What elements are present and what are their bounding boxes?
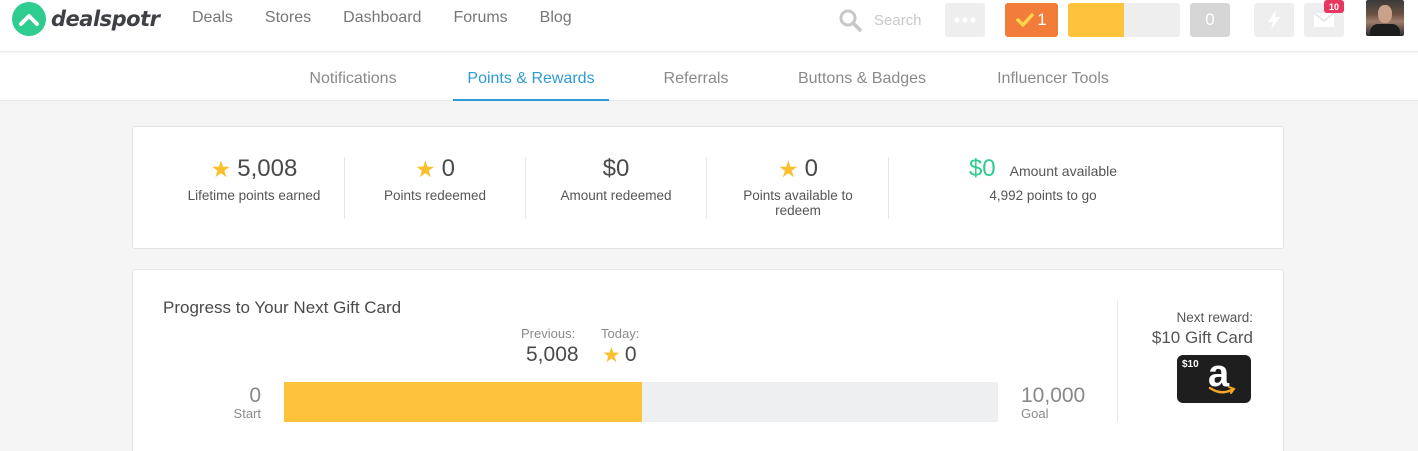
checkin-count: 1 [1037, 10, 1047, 29]
ellipsis-icon [954, 17, 976, 23]
tab-referrals[interactable]: Referrals [652, 53, 740, 101]
messages-badge: 10 [1324, 0, 1344, 13]
previous-value: 5,008 [526, 343, 579, 366]
star-icon: ★ [210, 155, 232, 182]
nav-deals[interactable]: Deals [192, 9, 233, 27]
avatar-face [1378, 5, 1392, 23]
nav-stores[interactable]: Stores [265, 9, 311, 27]
amount-available-value: $0 [968, 155, 996, 182]
tab-points-rewards[interactable]: Points & Rewards [453, 53, 609, 101]
stat-amount-redeemed: $0 Amount redeemed [526, 155, 706, 203]
amount-redeemed-label: Amount redeemed [560, 188, 672, 203]
stat-amount-available: $0 Amount available 4,992 points to go [913, 155, 1173, 203]
progress-bar-fill [284, 382, 642, 422]
points-progress-mini[interactable] [1068, 3, 1180, 37]
today-value: 0 [624, 343, 637, 366]
points-to-go: 4,992 points to go [989, 188, 1097, 203]
previous-label: Previous: [521, 326, 576, 341]
available-points-label: Points available to redeem [743, 188, 853, 218]
top-navbar: dealspotr Deals Stores Dashboard Forums … [0, 0, 1418, 52]
stat-available-points: ★ 0 Points available to redeem [723, 155, 873, 218]
points-redeemed-value: 0 [441, 155, 455, 182]
amazon-gift-card-icon[interactable]: $10 a [1177, 355, 1251, 403]
tab-influencer-tools[interactable]: Influencer Tools [983, 53, 1123, 101]
points-redeemed-label: Points redeemed [383, 188, 487, 203]
activity-button[interactable] [1254, 3, 1294, 37]
star-icon: ★ [602, 343, 621, 367]
more-button[interactable] [945, 3, 985, 37]
goal-value: 10,000 [1021, 384, 1086, 407]
points-count: 0 [1205, 10, 1215, 29]
star-icon: ★ [415, 155, 436, 182]
envelope-icon [1313, 12, 1335, 27]
search-box[interactable]: Search [838, 6, 938, 34]
checkmark-icon [1016, 13, 1035, 27]
checkin-button[interactable]: 1 [1005, 3, 1058, 37]
gift-card-progress-card: Progress to Your Next Gift Card Previous… [132, 269, 1284, 451]
tab-notifications[interactable]: Notifications [293, 53, 413, 101]
user-avatar[interactable] [1366, 0, 1404, 36]
points-summary-card: ★ 5,008 Lifetime points earned ★ 0 Points … [132, 126, 1284, 249]
nav-forums[interactable]: Forums [453, 9, 507, 27]
nav-blog[interactable]: Blog [540, 9, 572, 27]
start-value: 0 [249, 384, 261, 407]
stat-lifetime: ★ 5,008 Lifetime points earned [163, 155, 345, 203]
logo[interactable]: dealspotr [12, 2, 160, 36]
amount-available-label: Amount available [1009, 163, 1118, 179]
goal-label: Goal [1021, 406, 1049, 421]
stat-redeemed: ★ 0 Points redeemed [345, 155, 525, 203]
lifetime-points-label: Lifetime points earned [187, 188, 321, 203]
search-input[interactable]: Search [874, 12, 922, 29]
progress-title: Progress to Your Next Gift Card [163, 298, 402, 317]
points-count-button[interactable]: 0 [1190, 3, 1230, 37]
lifetime-points-value: 5,008 [237, 155, 298, 182]
search-icon [839, 9, 862, 32]
tab-buttons-badges[interactable]: Buttons & Badges [787, 53, 937, 101]
stat-divider [888, 157, 889, 219]
star-icon: ★ [778, 155, 799, 182]
points-progress-mini-fill [1068, 3, 1124, 37]
progress-bar [284, 382, 998, 422]
reward-divider [1117, 300, 1118, 422]
main-nav: Deals Stores Dashboard Forums Blog [192, 9, 572, 27]
stat-divider [706, 157, 707, 219]
nav-dashboard[interactable]: Dashboard [343, 9, 421, 27]
amazon-smile-icon [1208, 386, 1236, 394]
account-tabs: Notifications Points & Rewards Referrals… [0, 53, 1418, 101]
amount-redeemed-value: $0 [602, 155, 630, 182]
next-reward-value: $10 Gift Card [1151, 328, 1253, 347]
gift-card-amount: $10 [1182, 359, 1199, 370]
today-label: Today: [601, 326, 640, 341]
avatar-body [1370, 24, 1400, 36]
next-reward-label: Next reward: [1176, 310, 1253, 325]
logo-chevron-icon [12, 2, 46, 36]
start-label: Start [233, 406, 261, 421]
logo-text: dealspotr [51, 7, 160, 31]
today-value-wrap: ★ 0 [602, 343, 637, 367]
lightning-icon [1268, 10, 1280, 30]
available-points-value: 0 [804, 155, 818, 182]
